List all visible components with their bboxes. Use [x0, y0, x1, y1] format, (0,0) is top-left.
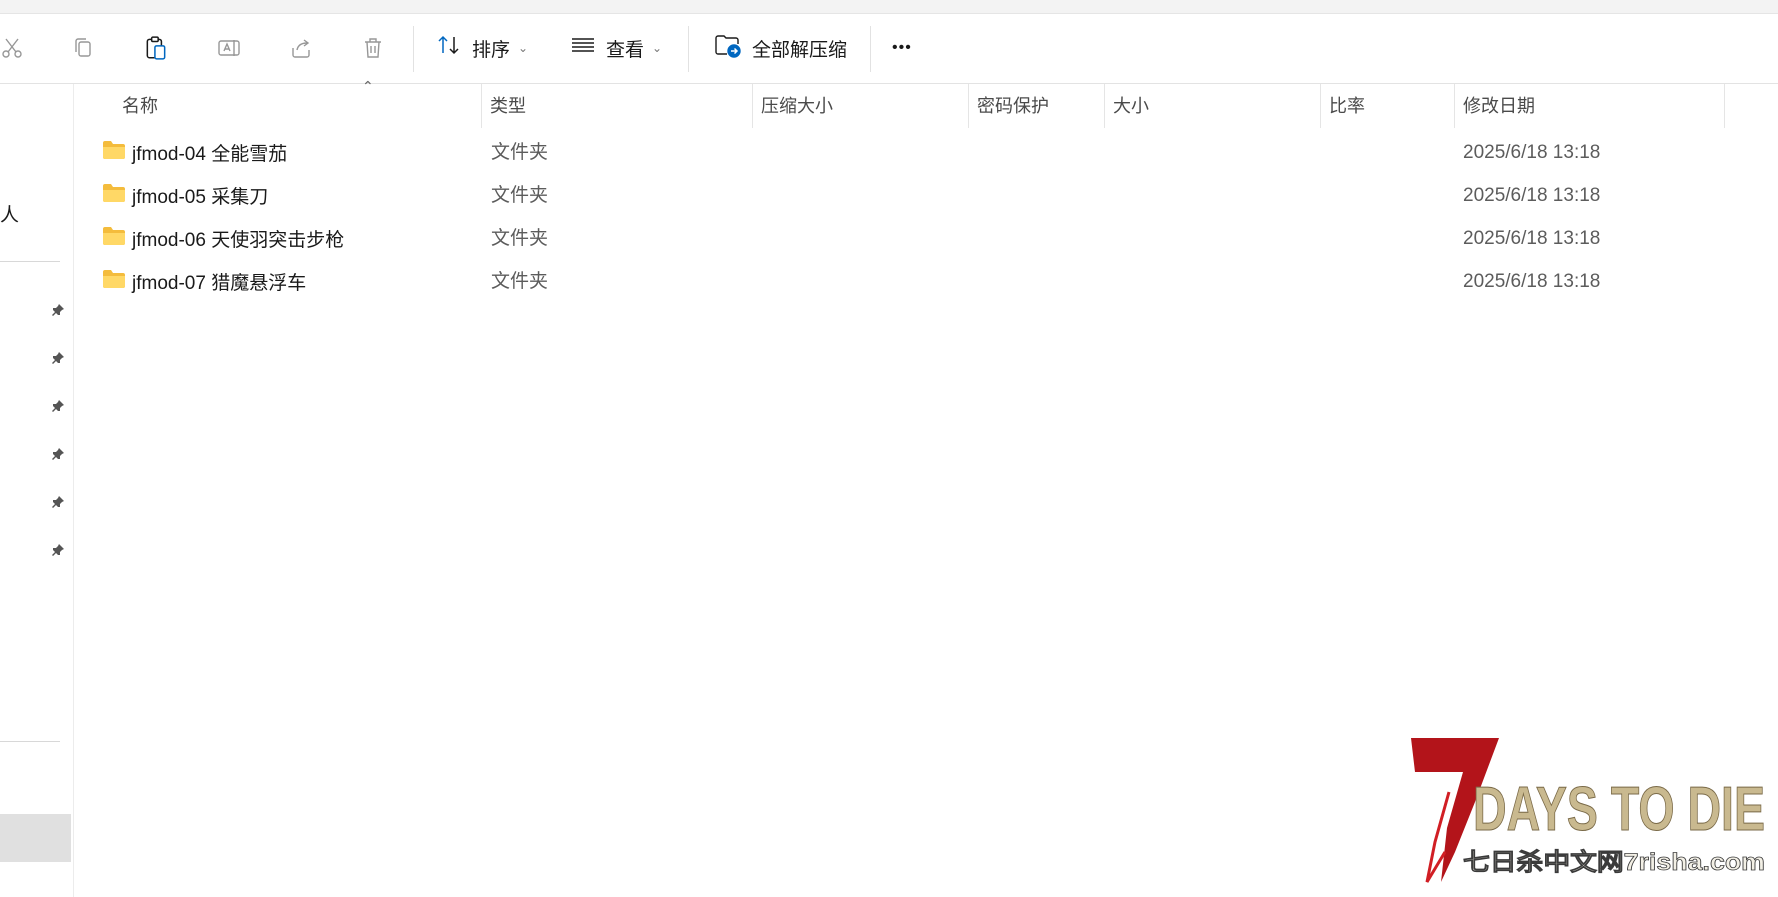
navigation-pane: 人 — [0, 84, 74, 897]
file-modified: 2025/6/18 13:18 — [1463, 185, 1601, 206]
window-top-strip — [0, 0, 1778, 14]
file-type: 文件夹 — [491, 142, 549, 163]
sidebar-item-selected[interactable] — [0, 814, 71, 862]
file-type: 文件夹 — [491, 185, 549, 206]
folder-icon — [102, 183, 126, 209]
toolbar-divider — [413, 26, 414, 72]
pin-icon — [48, 492, 68, 512]
game-watermark-logo: 7 DAYS TO DIE 七日杀中文网7risha.com — [1411, 738, 1766, 883]
sidebar-divider — [0, 741, 60, 742]
file-row[interactable]: jfmod-05 采集刀 文件夹 2025/6/18 13:18 — [74, 174, 1778, 217]
file-row[interactable]: jfmod-04 全能雪茄 文件夹 2025/6/18 13:18 — [74, 131, 1778, 174]
column-header-compressed-size[interactable]: 压缩大小 — [753, 84, 969, 128]
file-name: jfmod-04 全能雪茄 — [132, 144, 288, 165]
view-button[interactable]: 查看 ⌄ — [570, 30, 662, 66]
logo-title: DAYS TO DIE — [1473, 775, 1765, 844]
pin-icon — [48, 540, 68, 560]
chevron-down-icon: ⌄ — [652, 41, 663, 55]
rename-icon — [211, 30, 247, 66]
toolbar-divider — [870, 26, 871, 72]
share-button[interactable] — [283, 30, 319, 66]
folder-icon — [102, 140, 126, 166]
delete-button[interactable] — [355, 30, 391, 66]
toolbar-divider — [688, 26, 689, 72]
scissors-icon — [0, 30, 30, 66]
file-name: jfmod-06 天使羽突击步枪 — [132, 230, 345, 251]
file-name: jfmod-07 猎魔悬浮车 — [132, 273, 307, 294]
more-icon: ••• — [892, 39, 912, 56]
column-header-name[interactable]: 名称 — [74, 84, 482, 128]
file-modified: 2025/6/18 13:18 — [1463, 228, 1601, 249]
extract-all-button[interactable]: 全部解压缩 — [714, 30, 847, 66]
share-icon — [283, 30, 319, 66]
list-view-icon — [570, 33, 596, 63]
folder-icon — [102, 226, 126, 252]
column-header-modified[interactable]: 修改日期 — [1455, 84, 1725, 128]
logo-subtitle: 七日杀中文网7risha.com — [1463, 848, 1765, 876]
folder-icon — [102, 269, 126, 295]
sort-button[interactable]: 排序 ⌄ — [436, 30, 528, 66]
paste-button[interactable] — [138, 30, 174, 66]
sort-label: 排序 — [472, 39, 511, 61]
pin-icon — [48, 348, 68, 368]
sidebar-divider — [0, 261, 60, 262]
command-bar: 排序 ⌄ 查看 ⌄ 全部解压缩 ••• — [0, 14, 1778, 84]
file-modified: 2025/6/18 13:18 — [1463, 271, 1601, 292]
trash-icon — [355, 30, 391, 66]
file-modified: 2025/6/18 13:18 — [1463, 142, 1601, 163]
file-name: jfmod-05 采集刀 — [132, 187, 269, 208]
pin-icon — [48, 396, 68, 416]
chevron-down-icon: ⌄ — [518, 41, 529, 55]
column-header-password[interactable]: 密码保护 — [969, 84, 1105, 128]
more-options-button[interactable]: ••• — [892, 30, 912, 66]
file-type: 文件夹 — [491, 271, 549, 292]
view-label: 查看 — [606, 39, 645, 61]
sidebar-item-label[interactable]: 人 — [0, 200, 19, 227]
file-row[interactable]: jfmod-06 天使羽突击步枪 文件夹 2025/6/18 13:18 — [74, 217, 1778, 260]
file-type: 文件夹 — [491, 228, 549, 249]
copy-button[interactable] — [65, 30, 101, 66]
rename-button[interactable] — [211, 30, 247, 66]
file-row[interactable]: jfmod-07 猎魔悬浮车 文件夹 2025/6/18 13:18 — [74, 260, 1778, 303]
cut-button[interactable] — [0, 30, 30, 66]
clipboard-icon — [138, 30, 174, 66]
sort-icon — [436, 33, 462, 63]
pin-icon — [48, 300, 68, 320]
copy-icon — [65, 30, 101, 66]
column-header: ⌃ 名称 类型 压缩大小 密码保护 大小 比率 修改日期 — [74, 78, 1778, 128]
column-header-ratio[interactable]: 比率 — [1321, 84, 1455, 128]
pin-icon — [48, 444, 68, 464]
column-header-size[interactable]: 大小 — [1105, 84, 1321, 128]
extract-folder-icon — [714, 32, 742, 64]
extract-all-label: 全部解压缩 — [752, 39, 848, 61]
column-header-type[interactable]: 类型 — [482, 84, 753, 128]
